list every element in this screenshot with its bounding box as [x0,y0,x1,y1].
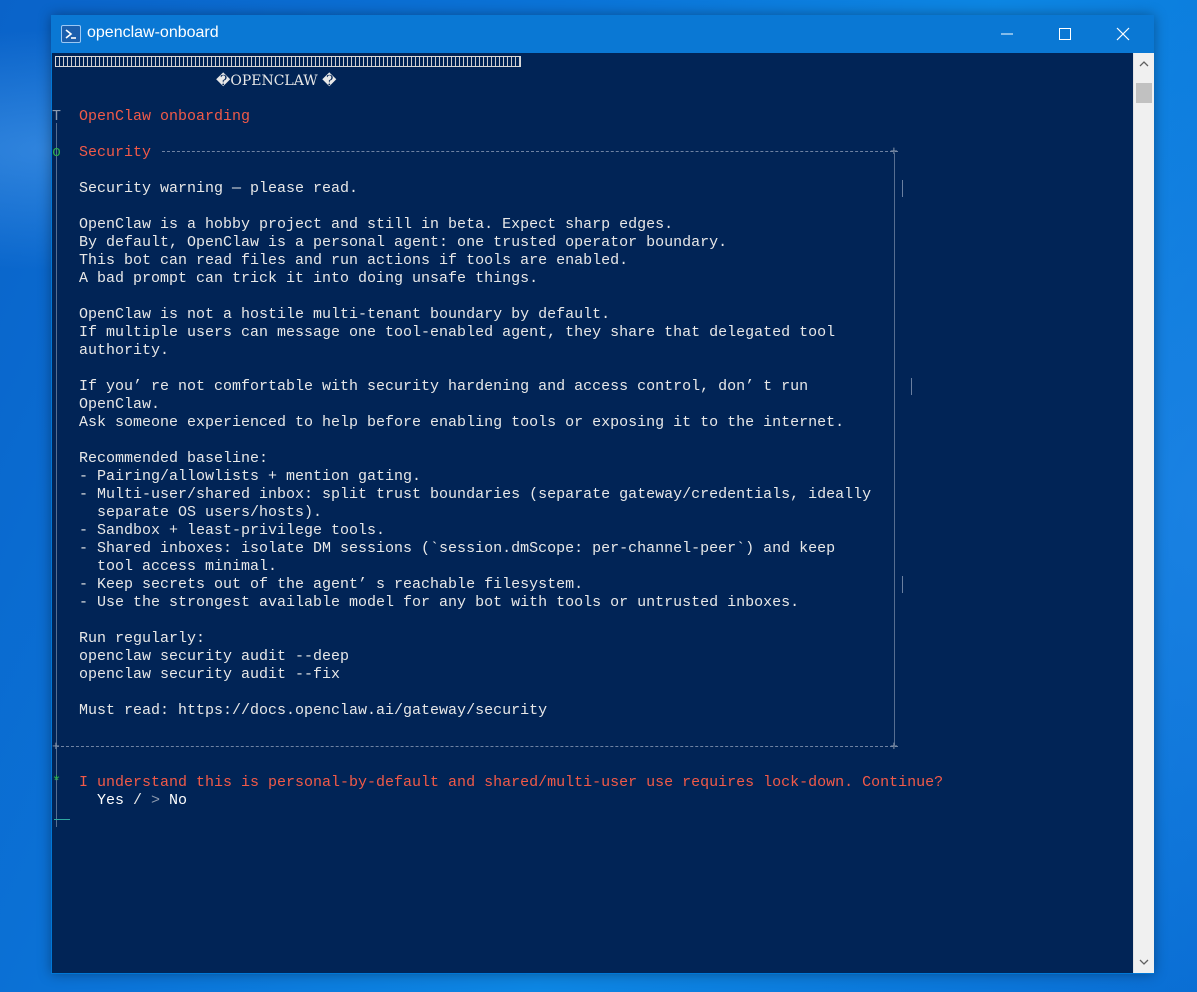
text-line: OpenClaw is not a hostile multi-tenant b… [79,306,611,323]
command-line: openclaw security audit --fix [79,666,341,683]
chevron-up-icon [1139,61,1149,67]
flow-rail [56,123,57,827]
terminal-window: openclaw-onboard �OPENCLAW � T OpenClaw … [51,15,1154,974]
text-line: OpenClaw is a hobby project and still in… [79,216,674,233]
onboarding-marker: T [52,108,62,125]
window-title: openclaw-onboard [87,24,219,41]
confirm-options: Yes / > No [97,792,297,810]
selection-cursor-icon: > [151,792,161,809]
text-line: If multiple users can message one tool-e… [79,324,836,341]
text-line: Run regularly: [79,630,206,647]
box-corner-bottom-right: + [890,739,898,754]
powershell-icon [61,25,81,43]
onboarding-title: OpenClaw onboarding [79,108,251,125]
close-button[interactable] [1094,15,1152,53]
docs-link-line[interactable]: Must read: https://docs.openclaw.ai/gate… [79,702,547,720]
text-line: separate OS users/hosts). [79,504,323,521]
option-no[interactable]: No [169,792,187,810]
text-line: tool access minimal. [79,558,278,575]
title-bar[interactable]: openclaw-onboard [51,15,1154,53]
close-icon [1116,27,1130,41]
text-line: authority. [79,342,170,359]
box-top-border [162,151,898,152]
command-line: openclaw security audit --deep [79,648,350,665]
text-line: - Pairing/allowlists + mention gating. [79,468,422,485]
text-line: A bad prompt can trick it into doing uns… [79,270,539,287]
text-line: - Keep secrets out of the agent’ s reach… [79,576,584,593]
text-line: OpenClaw. [79,396,161,413]
minimize-button[interactable] [978,15,1036,53]
maximize-button[interactable] [1036,15,1094,53]
box-bottom-border [56,746,898,747]
text-line: By default, OpenClaw is a personal agent… [79,234,728,251]
border-artifact [902,180,903,197]
text-line: This bot can read files and run actions … [79,252,629,269]
text-line: - Sandbox + least-privilege tools. [79,522,386,539]
vertical-scrollbar[interactable] [1133,53,1154,973]
option-separator: / [133,792,143,809]
maximize-icon [1059,28,1071,40]
border-artifact [911,378,912,395]
scroll-down-button[interactable] [1134,954,1154,971]
security-title: Security [79,144,152,161]
security-marker: o [52,144,62,161]
text-line: - Multi-user/shared inbox: split trust b… [79,486,872,503]
text-line: Ask someone experienced to help before e… [79,414,845,431]
text-line: If you’ re not comfortable with security… [79,378,809,395]
flow-end-line [54,819,70,820]
minimize-icon [1001,33,1013,35]
banner-bar [55,56,521,67]
text-line: - Use the strongest available model for … [79,594,800,611]
option-yes[interactable]: Yes [97,792,124,810]
scroll-up-button[interactable] [1134,55,1154,72]
chevron-down-icon [1139,959,1149,965]
box-right-border [894,153,895,745]
banner-title: �OPENCLAW � [216,73,337,89]
text-line: - Shared inboxes: isolate DM sessions (`… [79,540,836,557]
scroll-thumb[interactable] [1136,83,1152,103]
prompt-marker: * [52,774,62,791]
prompt-question: I understand this is personal-by-default… [79,774,944,791]
border-artifact [902,576,903,593]
warning-heading: Security warning — please read. [79,180,359,197]
text-line: Recommended baseline: [79,450,269,467]
console-output[interactable]: �OPENCLAW � T OpenClaw onboarding o Secu… [52,53,1133,973]
